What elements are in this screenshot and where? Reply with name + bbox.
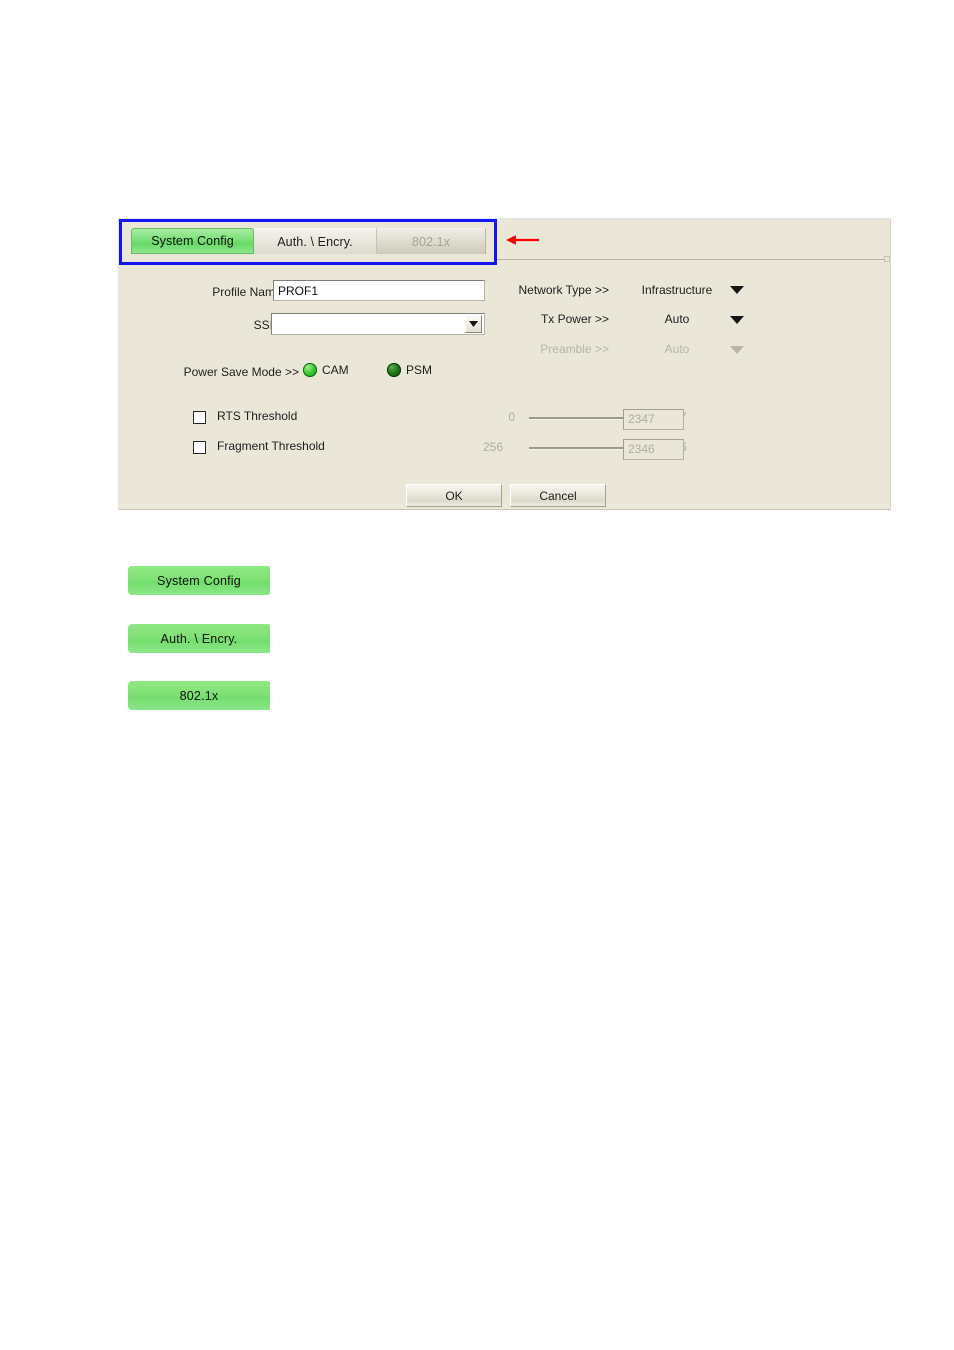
rts-threshold-min-value: 0	[508, 410, 515, 424]
network-type-label: Network Type >>	[518, 283, 610, 297]
legend-chip-8021x-label: 802.1x	[179, 688, 219, 703]
power-save-mode-label: Power Save Mode >>	[183, 365, 299, 379]
fragment-threshold-label: Fragment Threshold	[217, 439, 325, 453]
rts-threshold-checkbox[interactable]	[193, 411, 206, 424]
tx-power-chevron-down-icon[interactable]	[730, 316, 744, 324]
left-arrow-icon	[506, 235, 539, 245]
fragment-threshold-checkbox[interactable]	[193, 441, 206, 454]
fragment-threshold-value-field[interactable]: 2346	[623, 439, 684, 460]
profile-configuration-dialog: System Config Auth. \ Encry. 802.1x Prof…	[118, 218, 891, 510]
rts-threshold-label: RTS Threshold	[217, 409, 298, 423]
tab-system-config-label: System Config	[151, 234, 234, 248]
tab-line-end-cap	[884, 256, 890, 262]
tx-power-label: Tx Power >>	[540, 312, 609, 326]
rts-threshold-value-field[interactable]: 2347	[623, 409, 684, 430]
psm-label: PSM	[406, 363, 433, 377]
tab-bar: System Config Auth. \ Encry. 802.1x	[131, 228, 486, 254]
cam-radio-lamp-icon	[303, 363, 317, 377]
tab-auth-encry[interactable]: Auth. \ Encry.	[254, 228, 377, 254]
legend-chip-auth-encry-label: Auth. \ Encry.	[160, 631, 238, 646]
fragment-threshold-min-value: 256	[482, 440, 503, 454]
tab-8021x-label: 802.1x	[411, 234, 451, 249]
power-save-mode-option-psm[interactable]: PSM	[387, 363, 432, 377]
cam-label: CAM	[322, 363, 349, 377]
ok-button[interactable]: OK	[406, 484, 502, 507]
tab-8021x[interactable]: 802.1x	[377, 228, 486, 254]
legend-chip-system-config-label: System Config	[157, 573, 241, 588]
preamble-label: Preamble >>	[540, 342, 609, 356]
tab-auth-encry-label: Auth. \ Encry.	[277, 234, 353, 249]
network-type-value[interactable]: Infrastructure	[609, 283, 745, 297]
preamble-value: Auto	[664, 342, 690, 356]
legend-chip-auth-encry: Auth. \ Encry.	[128, 624, 270, 653]
tab-system-config[interactable]: System Config	[131, 228, 254, 254]
power-save-mode-option-cam[interactable]: CAM	[303, 363, 349, 377]
cancel-button[interactable]: Cancel	[510, 484, 606, 507]
network-type-chevron-down-icon[interactable]	[730, 286, 744, 294]
psm-radio-lamp-icon	[387, 363, 401, 377]
legend-chip-8021x: 802.1x	[128, 681, 270, 710]
profile-name-input[interactable]	[273, 280, 485, 301]
tx-power-value[interactable]: Auto	[609, 312, 745, 326]
tab-separator-line	[497, 259, 889, 260]
ssid-combobox[interactable]	[271, 313, 485, 335]
preamble-chevron-down-icon	[730, 346, 744, 354]
ok-button-label: OK	[445, 488, 463, 503]
cancel-button-label: Cancel	[539, 488, 577, 503]
legend-chip-system-config: System Config	[128, 566, 270, 595]
